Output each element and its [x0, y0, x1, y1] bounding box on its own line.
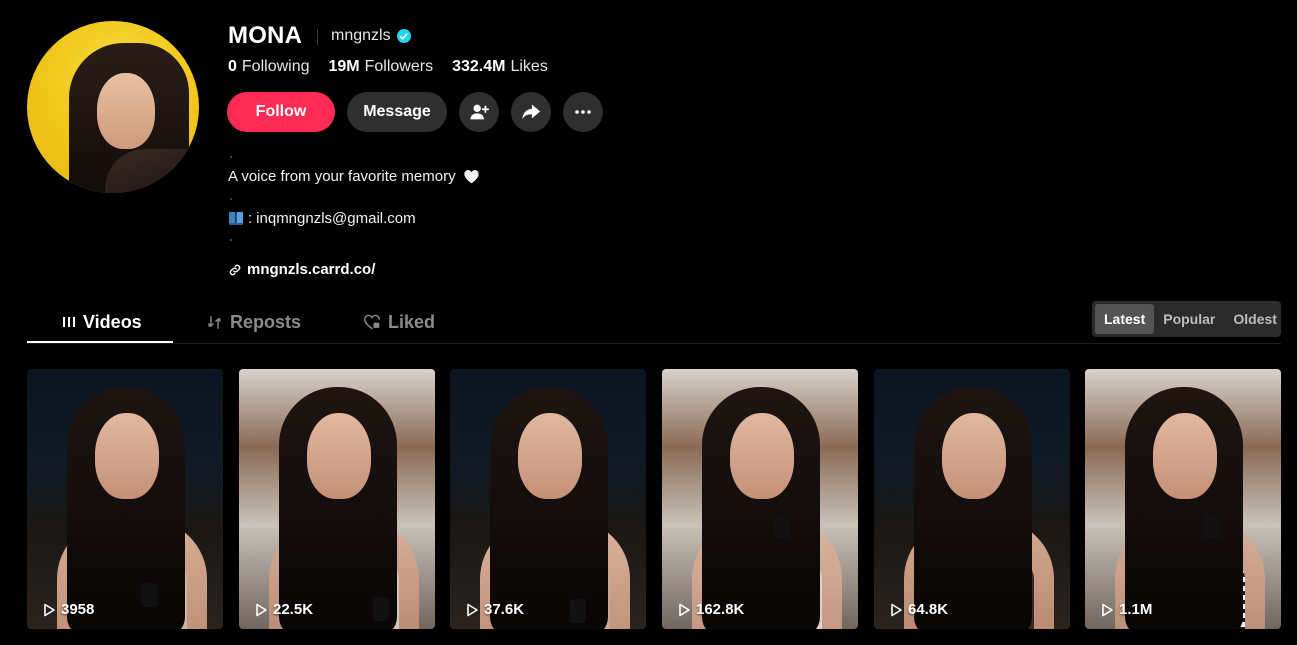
profile-username: mngnzls	[331, 27, 391, 44]
video-view-count: 22.5K	[254, 601, 313, 618]
profile-link[interactable]: mngnzls.carrd.co/	[228, 261, 375, 278]
video-thumbnail[interactable]: 1.1M	[1085, 369, 1281, 629]
bio-dot	[230, 239, 232, 241]
play-icon	[467, 603, 478, 616]
clip-mic	[141, 583, 157, 607]
heart-lock-icon	[363, 314, 380, 330]
play-icon	[891, 603, 902, 616]
bio-dot	[230, 198, 232, 200]
stat-likes: 332.4M Likes	[452, 58, 548, 75]
follow-button[interactable]: Follow	[227, 92, 335, 132]
repost-icon	[208, 315, 221, 329]
play-icon	[44, 603, 55, 616]
play-icon	[679, 603, 690, 616]
clip-mic	[774, 515, 790, 539]
clip-mic	[373, 597, 389, 621]
more-options-button[interactable]	[563, 92, 603, 132]
share-button[interactable]	[511, 92, 551, 132]
profile-username-group: mngnzls	[331, 27, 411, 45]
message-button[interactable]: Message	[347, 92, 447, 132]
name-separator	[317, 29, 318, 45]
verified-badge-icon	[396, 29, 411, 43]
video-view-count: 1.1M	[1100, 601, 1152, 618]
video-thumbnail[interactable]: 162.8K	[662, 369, 858, 629]
video-view-count: 37.6K	[465, 601, 524, 618]
profile-display-name: MONA	[228, 22, 303, 49]
play-icon	[1102, 603, 1113, 616]
grid-lines-icon	[63, 317, 75, 327]
tab-reposts[interactable]: Reposts	[206, 311, 301, 333]
tab-videos[interactable]: Videos	[62, 311, 142, 333]
add-friend-button[interactable]	[459, 92, 499, 132]
video-thumbnail[interactable]: 22.5K	[239, 369, 435, 629]
stat-following[interactable]: 0 Following	[228, 58, 310, 76]
sort-oldest[interactable]: Oldest	[1224, 304, 1286, 334]
play-icon	[256, 603, 267, 616]
video-thumbnail[interactable]: 3958	[27, 369, 223, 629]
white-heart-icon	[463, 170, 479, 184]
video-thumbnail[interactable]: 64.8K	[874, 369, 1070, 629]
video-view-count: 64.8K	[889, 601, 948, 618]
profile-email: : inqmngnzls@gmail.com	[228, 210, 416, 227]
blue-book-icon	[229, 212, 243, 225]
video-view-count: 162.8K	[677, 601, 744, 618]
sort-popular[interactable]: Popular	[1154, 304, 1224, 334]
sort-segmented-control: Latest Popular Oldest	[1092, 301, 1281, 337]
clip-mic	[1203, 515, 1219, 539]
tab-liked[interactable]: Liked	[363, 311, 435, 333]
profile-bio: A voice from your favorite memory	[228, 168, 480, 185]
bio-dot	[230, 156, 232, 158]
clip-mic	[570, 599, 586, 623]
share-arrow-icon	[522, 104, 541, 120]
sort-latest[interactable]: Latest	[1095, 304, 1155, 334]
profile-stats: 0 Following 19M Followers 332.4M Likes	[228, 58, 548, 76]
person-plus-icon	[470, 104, 490, 120]
tabs-divider	[27, 343, 1281, 344]
ellipsis-icon	[575, 110, 591, 114]
video-view-count: 3958	[42, 601, 94, 618]
link-chain-icon	[229, 264, 241, 275]
profile-avatar[interactable]	[27, 21, 199, 193]
video-thumbnail[interactable]: 37.6K	[450, 369, 646, 629]
stat-followers[interactable]: 19M Followers	[329, 58, 434, 76]
